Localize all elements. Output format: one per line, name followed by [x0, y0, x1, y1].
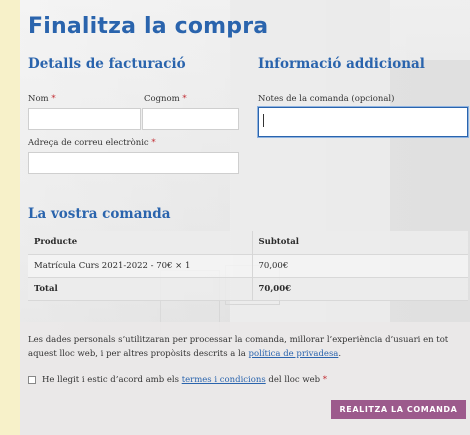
- page-title: Finalitza la compra: [28, 14, 269, 39]
- place-order-button[interactable]: REALITZA LA COMANDA: [331, 400, 466, 419]
- first-name-label: Nom *: [28, 94, 56, 104]
- terms-text: He llegit i estic d’acord amb els termes…: [42, 375, 328, 385]
- product-subtotal: 70,00€: [251, 254, 468, 277]
- required-mark: *: [182, 94, 187, 104]
- table-row: Matrícula Curs 2021-2022 - 70€ × 1 70,00…: [28, 254, 468, 277]
- checkout-page: Finalitza la compra Detalls de facturaci…: [20, 0, 470, 435]
- terms-checkbox[interactable]: [28, 376, 36, 384]
- order-notes-label: Notes de la comanda (opcional): [258, 94, 395, 104]
- terms-link[interactable]: termes i condicions: [182, 375, 266, 385]
- order-table: Producte Subtotal Matrícula Curs 2021-20…: [28, 231, 468, 301]
- total-value: 70,00€: [251, 277, 468, 300]
- first-name-field[interactable]: [28, 108, 141, 130]
- privacy-policy-link[interactable]: política de privadesa: [249, 349, 339, 359]
- email-label: Adreça de correu electrònic *: [28, 138, 156, 148]
- required-mark: *: [322, 375, 328, 385]
- billing-heading: Detalls de facturació: [28, 56, 186, 72]
- email-field[interactable]: [28, 152, 239, 174]
- total-label: Total: [34, 283, 58, 294]
- privacy-notice: Les dades personals s’utilitzaran per pr…: [28, 335, 449, 359]
- text-caret: [263, 114, 264, 127]
- table-header-row: Producte Subtotal: [28, 231, 468, 254]
- last-name-field[interactable]: [142, 108, 239, 130]
- required-mark: *: [151, 138, 156, 148]
- column-header-subtotal: Subtotal: [251, 231, 468, 254]
- product-name: Matrícula Curs 2021-2022 - 70€ × 1: [34, 260, 191, 271]
- terms-row: He llegit i estic d’acord amb els termes…: [28, 375, 327, 385]
- order-notes-textarea[interactable]: [258, 107, 468, 137]
- total-row: Total 70,00€: [28, 277, 468, 300]
- column-header-product: Producte: [34, 237, 78, 248]
- additional-info-heading: Informació addicional: [258, 56, 425, 72]
- order-heading: La vostra comanda: [28, 206, 171, 222]
- required-mark: *: [51, 94, 56, 104]
- last-name-label: Cognom *: [144, 94, 187, 104]
